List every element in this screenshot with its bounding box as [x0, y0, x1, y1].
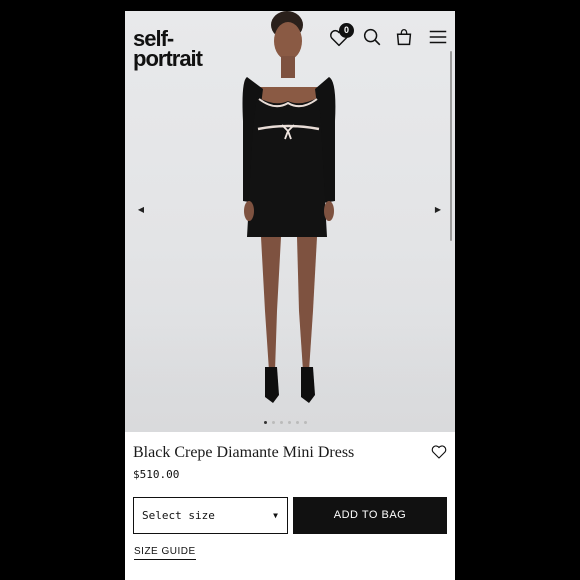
product-page: self- portrait 0 ◀ ▶ Black Crepe Diamant…: [125, 11, 455, 580]
bag-icon: [396, 29, 412, 46]
size-select-label: Select size: [142, 509, 215, 522]
menu-button[interactable]: [427, 26, 449, 48]
product-title: Black Crepe Diamante Mini Dress: [133, 444, 355, 461]
previous-slide-arrow-icon[interactable]: ◀: [134, 203, 148, 217]
size-guide-link[interactable]: SIZE GUIDE: [134, 546, 196, 560]
pagination-dot[interactable]: [288, 421, 291, 424]
pagination-dot[interactable]: [280, 421, 283, 424]
pagination-dot[interactable]: [304, 421, 307, 424]
search-button[interactable]: [361, 26, 383, 48]
brand-logo[interactable]: self- portrait: [133, 28, 203, 70]
search-icon: [363, 28, 381, 46]
add-to-bag-button[interactable]: ADD TO BAG: [293, 497, 447, 534]
chevron-down-icon: ▼: [273, 511, 278, 520]
size-select[interactable]: Select size ▼: [133, 497, 288, 534]
pagination-dot[interactable]: [272, 421, 275, 424]
pagination-dot[interactable]: [296, 421, 299, 424]
bag-button[interactable]: [393, 26, 415, 48]
menu-icon: [429, 30, 447, 44]
wishlist-count-badge: 0: [339, 23, 354, 38]
gallery-pagination: [264, 421, 307, 424]
next-slide-arrow-icon[interactable]: ▶: [431, 203, 445, 217]
product-price: $510.00: [133, 468, 180, 481]
add-to-wishlist-button[interactable]: [430, 443, 448, 461]
heart-icon: [431, 445, 447, 459]
pagination-dot[interactable]: [264, 421, 267, 424]
product-model-image: [242, 11, 336, 403]
scrollbar[interactable]: [450, 51, 452, 241]
product-image-gallery[interactable]: self- portrait 0 ◀ ▶: [125, 11, 455, 432]
